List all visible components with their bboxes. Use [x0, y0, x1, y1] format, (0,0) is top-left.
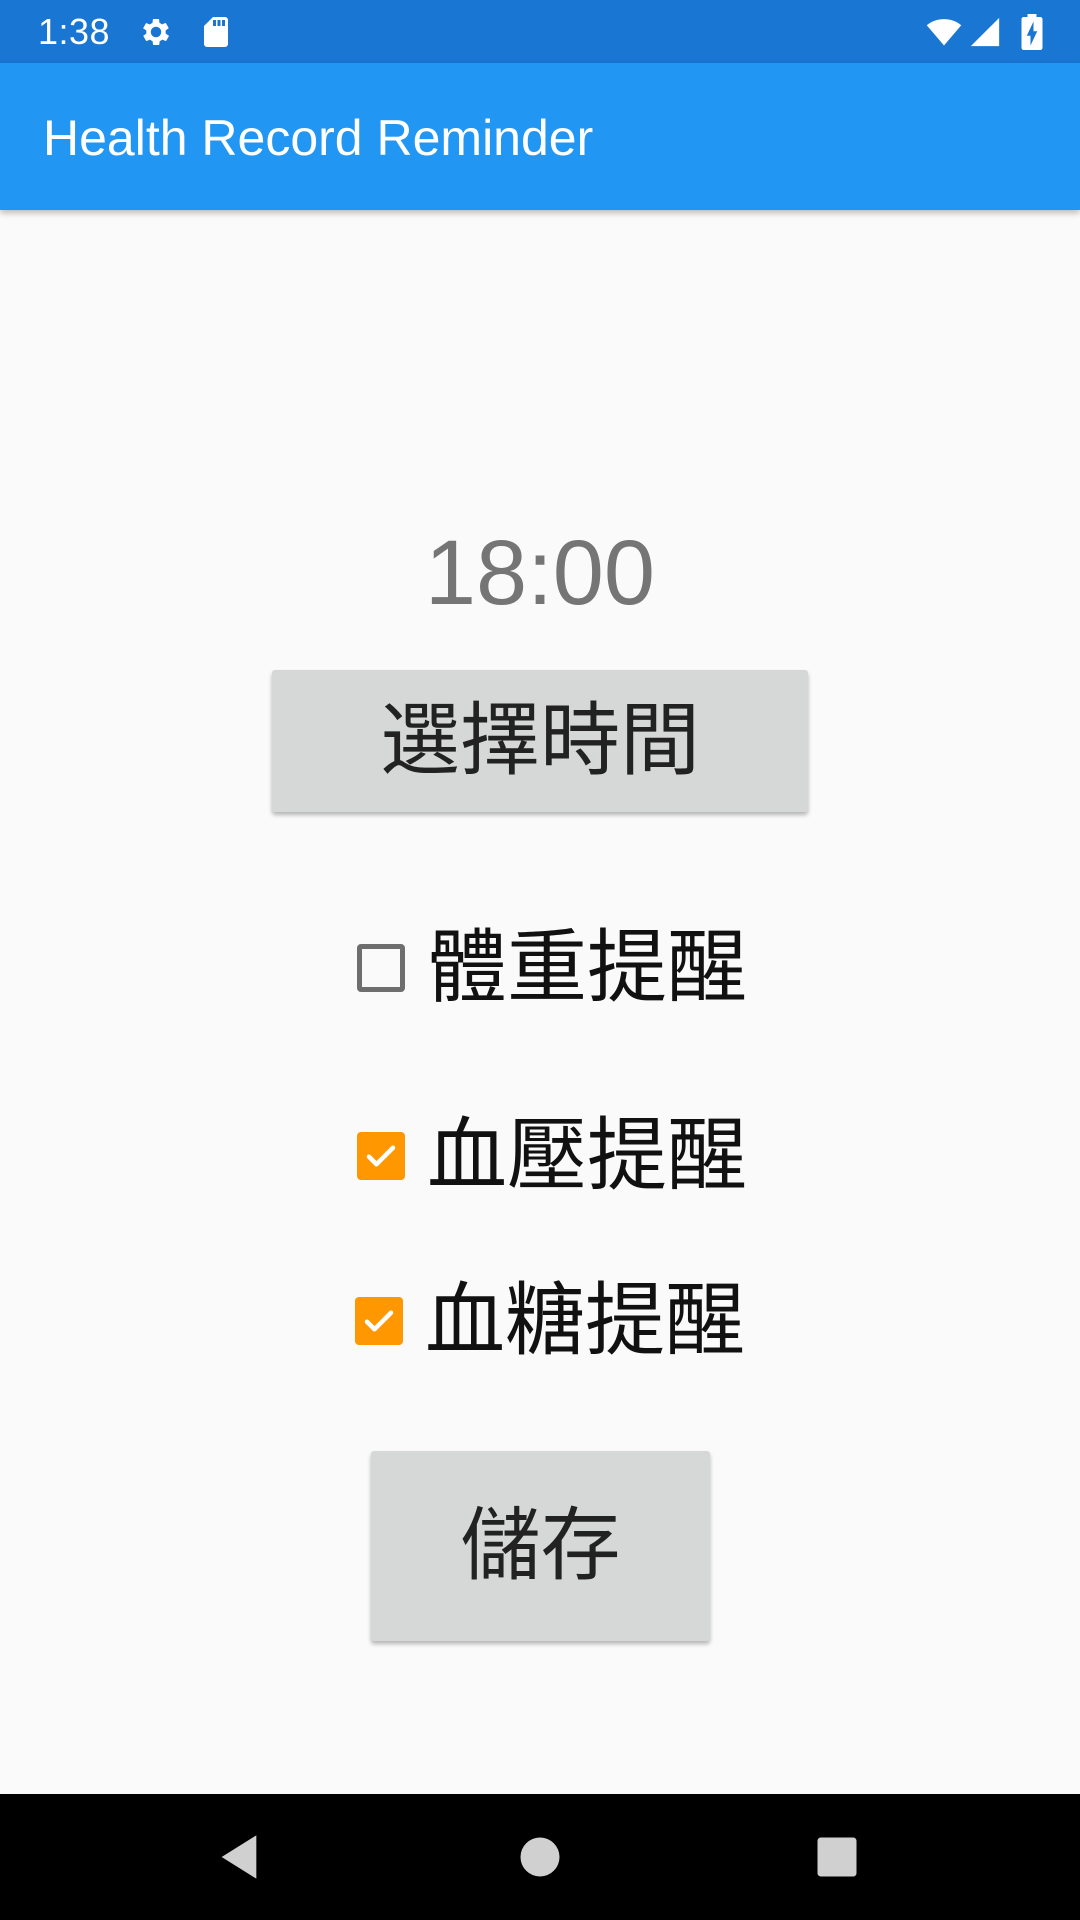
- navigation-bar: [0, 1794, 1080, 1920]
- status-time: 1:38: [38, 11, 111, 52]
- select-time-button[interactable]: 選擇時間: [272, 670, 808, 812]
- recents-icon[interactable]: [811, 1831, 863, 1883]
- blood-pressure-reminder-label[interactable]: 血壓提醒: [427, 1108, 747, 1204]
- gear-icon: [138, 14, 174, 50]
- app-title: Health Record Reminder: [43, 110, 594, 166]
- cell-signal-icon: [968, 14, 1002, 50]
- home-icon[interactable]: [514, 1831, 566, 1883]
- status-bar: 1:38: [0, 0, 1080, 63]
- checkbox-checked-icon[interactable]: [355, 1297, 403, 1345]
- battery-charging-icon: [1018, 14, 1046, 50]
- back-icon[interactable]: [213, 1831, 265, 1883]
- checkbox-unchecked-icon[interactable]: [357, 944, 405, 992]
- save-button[interactable]: 儲存: [371, 1451, 710, 1641]
- weight-reminder-label[interactable]: 體重提醒: [427, 920, 747, 1016]
- sd-card-icon: [198, 14, 234, 50]
- app-bar: Health Record Reminder: [0, 63, 1080, 210]
- checkbox-checked-icon[interactable]: [357, 1132, 405, 1180]
- blood-sugar-reminder-label[interactable]: 血糖提醒: [425, 1273, 745, 1369]
- selected-time: 18:00: [424, 522, 656, 624]
- wifi-icon: [924, 14, 964, 50]
